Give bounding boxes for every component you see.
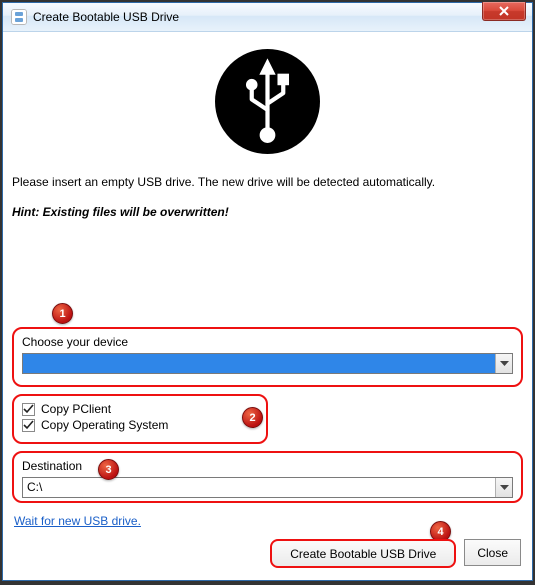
- copy-pclient-checkbox[interactable]: [22, 403, 35, 416]
- close-icon: [498, 6, 510, 16]
- dropdown-arrow-icon: [495, 478, 512, 497]
- copy-os-checkbox[interactable]: [22, 419, 35, 432]
- window-close-button[interactable]: [482, 2, 526, 21]
- destination-label: Destination: [22, 459, 513, 473]
- dialog-window: Create Bootable USB Drive: [2, 2, 533, 581]
- usb-icon: [215, 49, 320, 154]
- window-title: Create Bootable USB Drive: [33, 10, 179, 24]
- device-label: Choose your device: [22, 335, 513, 349]
- close-button[interactable]: Close: [464, 539, 521, 566]
- app-icon: [11, 9, 27, 25]
- device-select-value: [23, 354, 495, 373]
- annotation-badge-2: 2: [242, 407, 263, 428]
- wait-for-usb-link[interactable]: Wait for new USB drive.: [14, 514, 141, 528]
- copy-pclient-row[interactable]: Copy PClient: [22, 402, 258, 416]
- usb-logo: [10, 49, 525, 154]
- device-select[interactable]: [22, 353, 513, 374]
- title-bar[interactable]: Create Bootable USB Drive: [3, 3, 532, 32]
- dropdown-arrow-icon: [495, 354, 512, 373]
- destination-select-value: C:\: [23, 478, 495, 497]
- content: Please insert an empty USB drive. The ne…: [10, 39, 525, 573]
- create-button[interactable]: Create Bootable USB Drive: [270, 539, 456, 568]
- copy-options-group: Copy PClient Copy Operating System: [12, 394, 268, 444]
- intro-text: Please insert an empty USB drive. The ne…: [12, 174, 523, 191]
- copy-pclient-label: Copy PClient: [41, 402, 111, 416]
- annotation-badge-1: 1: [52, 303, 73, 324]
- device-group: Choose your device: [12, 327, 523, 387]
- destination-select[interactable]: C:\: [22, 477, 513, 498]
- copy-os-label: Copy Operating System: [41, 418, 168, 432]
- copy-os-row[interactable]: Copy Operating System: [22, 418, 258, 432]
- annotation-badge-3: 3: [98, 459, 119, 480]
- client-area: Please insert an empty USB drive. The ne…: [4, 33, 531, 579]
- hint-text: Hint: Existing files will be overwritten…: [12, 205, 523, 219]
- destination-group: Destination C:\: [12, 451, 523, 503]
- button-row: Create Bootable USB Drive Close: [270, 539, 521, 568]
